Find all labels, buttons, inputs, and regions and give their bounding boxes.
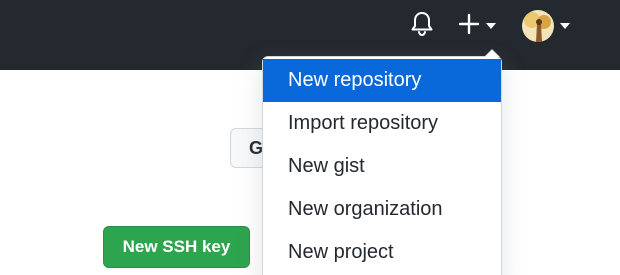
new-ssh-key-label: New SSH key [122,237,231,256]
partial-button-label: G [249,137,264,158]
new-ssh-key-button[interactable]: New SSH key [103,226,250,268]
menu-item-new-project[interactable]: New project [263,231,501,274]
chevron-down-icon [560,23,570,29]
menu-item-new-organization[interactable]: New organization [263,188,501,231]
menu-item-new-repository[interactable]: New repository [263,59,501,102]
menu-item-new-gist[interactable]: New gist [263,145,501,188]
page: G New SSH key New repository Import repo… [0,0,620,275]
create-menu-list: New repository Import repository New gis… [263,59,501,274]
bell-icon [410,11,434,42]
chevron-down-icon [486,23,496,29]
profile-menu-button[interactable] [522,8,574,44]
menu-item-import-repository[interactable]: Import repository [263,102,501,145]
notifications-button[interactable] [410,11,436,42]
avatar [522,10,554,42]
create-new-button[interactable] [458,12,504,40]
create-menu: New repository Import repository New gis… [262,56,502,275]
dropdown-caret-fill [485,50,499,57]
plus-icon [458,13,480,40]
